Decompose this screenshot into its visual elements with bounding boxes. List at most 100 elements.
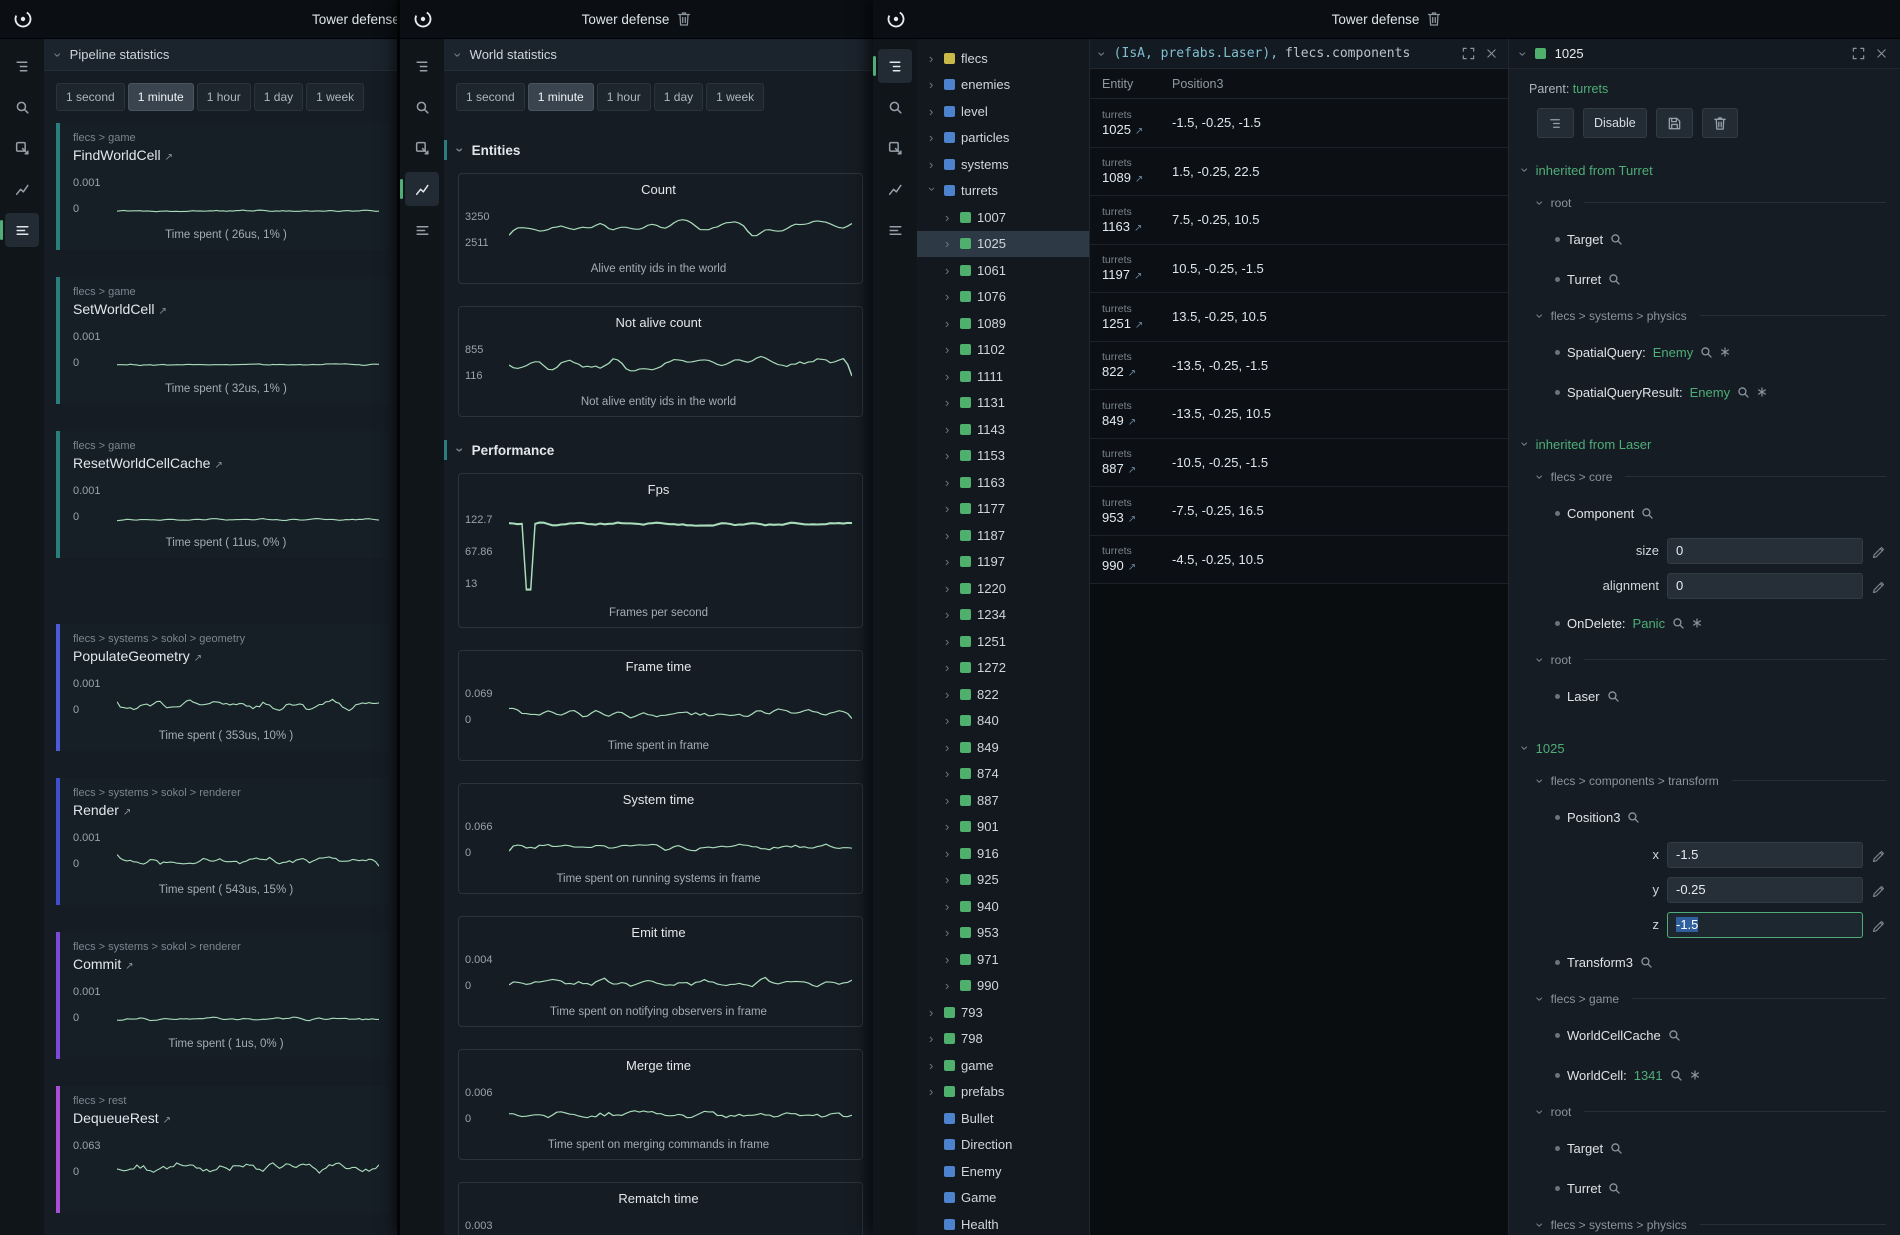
expand-chevron-icon[interactable]: › bbox=[945, 607, 954, 622]
tree-item[interactable]: › enemies bbox=[917, 72, 1089, 99]
close-icon[interactable] bbox=[1485, 47, 1498, 60]
expand-chevron-icon[interactable]: › bbox=[929, 1031, 938, 1046]
sidebar-stats-button[interactable] bbox=[405, 213, 439, 247]
tree-item[interactable]: › 971 bbox=[917, 946, 1089, 973]
expand-chevron-icon[interactable]: › bbox=[945, 660, 954, 675]
tree-item[interactable]: › 1131 bbox=[917, 390, 1089, 417]
entity-link[interactable]: turrets 1089↗ bbox=[1090, 157, 1162, 185]
search-icon[interactable] bbox=[1700, 346, 1713, 359]
sidebar-stats-button[interactable] bbox=[878, 213, 912, 247]
tree-item[interactable]: › Direction bbox=[917, 1132, 1089, 1159]
system-name-link[interactable]: Commit↗ bbox=[73, 956, 379, 972]
sidebar-chart-button[interactable] bbox=[5, 172, 39, 206]
tree-item[interactable]: › particles bbox=[917, 125, 1089, 152]
sidebar-tree-button[interactable] bbox=[5, 49, 39, 83]
expand-chevron-icon[interactable]: › bbox=[945, 395, 954, 410]
system-name-link[interactable]: ResetWorldCellCache↗ bbox=[73, 455, 379, 471]
expand-chevron-icon[interactable]: › bbox=[945, 713, 954, 728]
tree-item[interactable]: › 887 bbox=[917, 787, 1089, 814]
tree-item[interactable]: › flecs bbox=[917, 45, 1089, 72]
tree-item[interactable]: › prefabs bbox=[917, 1079, 1089, 1106]
search-icon[interactable] bbox=[1608, 1182, 1621, 1195]
tree-item[interactable]: › 1163 bbox=[917, 469, 1089, 496]
tree-toggle-button[interactable] bbox=[1537, 108, 1574, 138]
inspector-group-header[interactable]: › flecs > game bbox=[1523, 982, 1886, 1015]
expand-chevron-icon[interactable]: › bbox=[945, 793, 954, 808]
tree-item[interactable]: › level bbox=[917, 98, 1089, 125]
tree-item[interactable]: › turrets bbox=[917, 178, 1089, 205]
expand-chevron-icon[interactable]: › bbox=[945, 687, 954, 702]
tree-item[interactable]: › 1089 bbox=[917, 310, 1089, 337]
time-range-button[interactable]: 1 week bbox=[306, 83, 364, 111]
time-range-button[interactable]: 1 second bbox=[56, 83, 125, 111]
expand-chevron-icon[interactable]: › bbox=[945, 342, 954, 357]
trash-icon[interactable] bbox=[677, 11, 691, 27]
expand-chevron-icon[interactable]: › bbox=[945, 554, 954, 569]
expand-chevron-icon[interactable]: › bbox=[945, 316, 954, 331]
tree-item[interactable]: › 953 bbox=[917, 920, 1089, 947]
field-input[interactable]: 0 bbox=[1667, 538, 1863, 564]
tree-item[interactable]: › 1102 bbox=[917, 337, 1089, 364]
search-icon[interactable] bbox=[1670, 1069, 1683, 1082]
entity-link[interactable]: turrets 1197↗ bbox=[1090, 254, 1162, 282]
expand-chevron-icon[interactable]: › bbox=[945, 263, 954, 278]
tree-item[interactable]: › 901 bbox=[917, 814, 1089, 841]
expand-chevron-icon[interactable]: › bbox=[945, 289, 954, 304]
entity-link[interactable]: turrets 1251↗ bbox=[1090, 303, 1162, 331]
disable-button[interactable]: Disable bbox=[1583, 108, 1647, 138]
tree-item[interactable]: › 990 bbox=[917, 973, 1089, 1000]
search-icon[interactable] bbox=[1610, 1142, 1623, 1155]
expand-chevron-icon[interactable]: › bbox=[929, 77, 938, 92]
search-icon[interactable] bbox=[1607, 690, 1620, 703]
inspector-group-header[interactable]: › flecs > systems > physics bbox=[1523, 299, 1886, 332]
expand-chevron-icon[interactable]: › bbox=[945, 528, 954, 543]
time-range-button[interactable]: 1 second bbox=[456, 83, 525, 111]
sidebar-chart-button[interactable] bbox=[878, 172, 912, 206]
system-name-link[interactable]: Render↗ bbox=[73, 802, 379, 818]
expand-chevron-icon[interactable]: › bbox=[945, 236, 954, 251]
tree-item[interactable]: › systems bbox=[917, 151, 1089, 178]
tree-item[interactable]: › Health bbox=[917, 1211, 1089, 1235]
close-icon[interactable] bbox=[1875, 47, 1888, 60]
expand-chevron-icon[interactable]: › bbox=[925, 187, 940, 196]
tree-item[interactable]: › 1061 bbox=[917, 257, 1089, 284]
tree-item[interactable]: › 1251 bbox=[917, 628, 1089, 655]
search-icon[interactable] bbox=[1668, 1029, 1681, 1042]
sidebar-tree-button[interactable] bbox=[878, 49, 912, 83]
expand-chevron-icon[interactable]: › bbox=[929, 1084, 938, 1099]
sidebar-inspect-button[interactable] bbox=[405, 131, 439, 165]
tree-item[interactable]: › Enemy bbox=[917, 1158, 1089, 1185]
sidebar-inspect-button[interactable] bbox=[878, 131, 912, 165]
tree-item[interactable]: › 1025 bbox=[917, 231, 1089, 258]
tree-item[interactable]: › Bullet bbox=[917, 1105, 1089, 1132]
search-icon[interactable] bbox=[1641, 507, 1654, 520]
edit-icon[interactable] bbox=[1871, 544, 1885, 558]
tree-item[interactable]: › 1177 bbox=[917, 496, 1089, 523]
search-icon[interactable] bbox=[1737, 386, 1750, 399]
field-input[interactable]: -1.5 bbox=[1667, 842, 1863, 868]
sidebar-chart-button[interactable] bbox=[405, 172, 439, 206]
tree-item[interactable]: › 1153 bbox=[917, 443, 1089, 470]
tree-item[interactable]: › 1197 bbox=[917, 549, 1089, 576]
tree-item[interactable]: › Game bbox=[917, 1185, 1089, 1212]
search-icon[interactable] bbox=[1610, 233, 1623, 246]
edit-icon[interactable] bbox=[1871, 848, 1885, 862]
tree-item[interactable]: › 925 bbox=[917, 867, 1089, 894]
query-expression-input[interactable]: (IsA, prefabs.Laser),flecs.components bbox=[1114, 46, 1452, 61]
stats-section-header[interactable]: › Entities bbox=[444, 139, 863, 161]
sidebar-search-button[interactable] bbox=[878, 90, 912, 124]
expand-chevron-icon[interactable]: › bbox=[945, 978, 954, 993]
expand-chevron-icon[interactable]: › bbox=[929, 1058, 938, 1073]
inspector-group-header[interactable]: › root bbox=[1523, 643, 1886, 676]
tree-item[interactable]: › 1143 bbox=[917, 416, 1089, 443]
tree-item[interactable]: › 1111 bbox=[917, 363, 1089, 390]
expand-chevron-icon[interactable]: › bbox=[945, 422, 954, 437]
tree-item[interactable]: › 940 bbox=[917, 893, 1089, 920]
expand-chevron-icon[interactable]: › bbox=[945, 846, 954, 861]
expand-chevron-icon[interactable]: › bbox=[945, 766, 954, 781]
expand-chevron-icon[interactable]: › bbox=[945, 210, 954, 225]
save-button[interactable] bbox=[1656, 108, 1693, 138]
field-input[interactable]: -0.25 bbox=[1667, 877, 1863, 903]
expand-chevron-icon[interactable]: › bbox=[945, 952, 954, 967]
expand-chevron-icon[interactable]: › bbox=[945, 899, 954, 914]
